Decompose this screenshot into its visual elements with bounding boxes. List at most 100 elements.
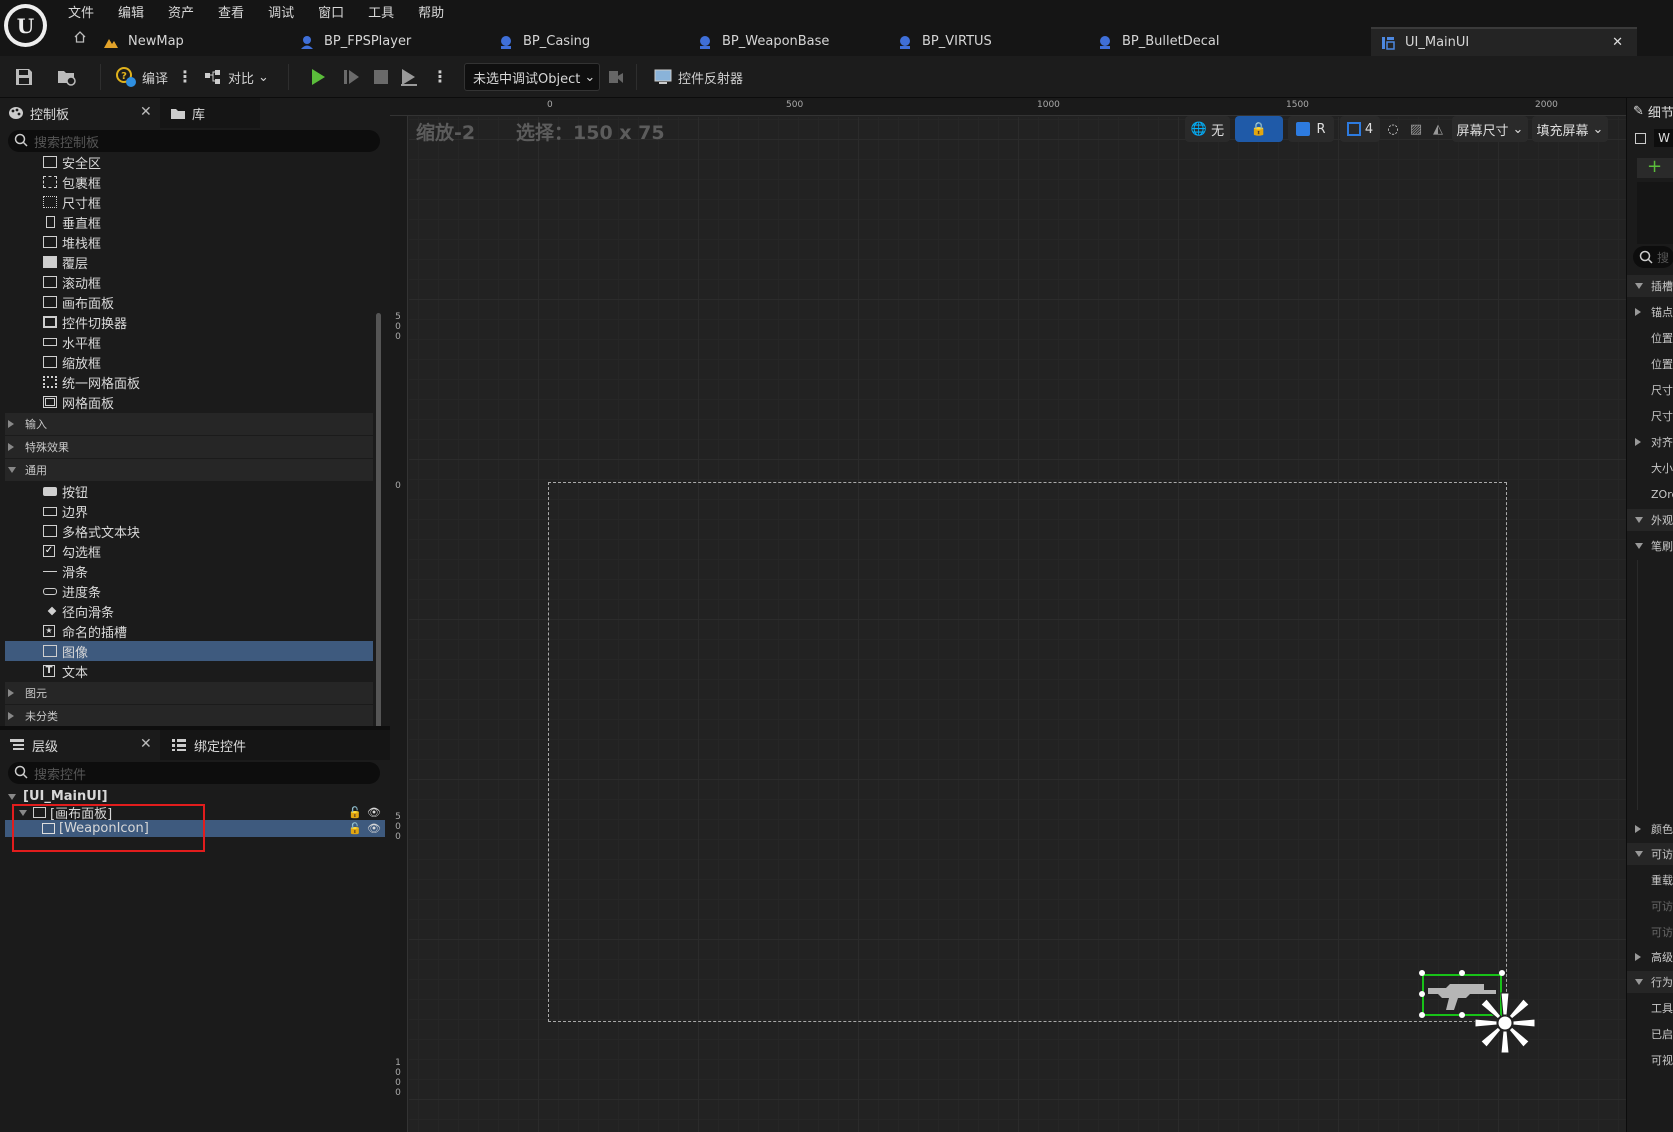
details-row-override[interactable]: 重载 (1627, 869, 1673, 891)
palette-item-uniform-grid[interactable]: 统一网格面板 (5, 372, 373, 392)
palette-item-safe-zone[interactable]: 安全区 (5, 152, 373, 172)
palette-item-slider[interactable]: 滑条 (5, 561, 373, 581)
widget-reflector-button[interactable]: 控件反射器 (654, 56, 743, 98)
details-row-size-y[interactable]: 尺寸 (1627, 405, 1673, 427)
tab-library[interactable]: 库 (160, 98, 260, 128)
palette-item-scale-box[interactable]: 缩放框 (5, 352, 373, 372)
compile-options-icon[interactable]: ⋮ (177, 68, 193, 86)
anchor-medallion-icon[interactable] (1472, 990, 1538, 1056)
stop-icon[interactable] (369, 65, 393, 89)
unreal-logo[interactable]: U (4, 4, 47, 47)
palette-item-widget-switcher[interactable]: 控件切换器 (5, 312, 373, 332)
palette-item-named-slot[interactable]: ★ 命名的插槽 (5, 621, 373, 641)
close-icon[interactable]: ✕ (1612, 35, 1623, 50)
resize-handle[interactable] (1419, 991, 1425, 997)
palette-item-text[interactable]: T 文本 (5, 661, 373, 681)
menu-help[interactable]: 帮助 (406, 2, 456, 21)
hierarchy-search-input[interactable]: 搜索控件 (8, 762, 380, 784)
palette-item-checkbox[interactable]: ✓ 勾选框 (5, 541, 373, 561)
palette-item-wrap-box[interactable]: 包裹框 (5, 172, 373, 192)
palette-item-image[interactable]: 图像 (5, 641, 373, 661)
flip-icon[interactable]: ◭ (1428, 116, 1448, 142)
details-row-position-x[interactable]: 位置 (1627, 327, 1673, 349)
palette-item-horizontal-box[interactable]: 水平框 (5, 332, 373, 352)
details-search-input[interactable]: 搜 (1633, 246, 1673, 268)
palette-scrollbar[interactable] (376, 313, 381, 733)
tab-bp-virtus[interactable]: BP_VIRTUS (888, 27, 1078, 56)
menu-debug[interactable]: 调试 (256, 2, 306, 21)
details-row-position-y[interactable]: 位置 (1627, 353, 1673, 375)
tab-bp-weaponbase[interactable]: BP_WeaponBase (688, 27, 878, 56)
palette-item-rich-text[interactable]: 多格式文本块 (5, 521, 373, 541)
lock-icon[interactable]: 🔓 (348, 806, 362, 819)
details-row-brush[interactable]: 笔刷 (1627, 535, 1673, 557)
palette-item-progress-bar[interactable]: 进度条 (5, 581, 373, 601)
localization-preview-button[interactable]: 🌐 无 (1185, 116, 1230, 142)
add-icon[interactable]: + (1637, 158, 1673, 178)
designer-viewport[interactable]: 0 500 1000 1500 2000 5 0 0 0 5 0 0 1 0 0… (390, 98, 1626, 1132)
details-row-enabled[interactable]: 已启 (1627, 1023, 1673, 1045)
browse-icon[interactable] (56, 56, 78, 98)
play-options-icon[interactable]: ⋮ (432, 68, 448, 86)
palette-item-button[interactable]: 按钮 (5, 481, 373, 501)
eye-icon[interactable]: 👁 (367, 822, 381, 835)
palette-item-overlay[interactable]: 覆层 (5, 252, 373, 272)
palette-item-stack-box[interactable]: 堆栈框 (5, 232, 373, 252)
tab-hierarchy[interactable]: 层级 (0, 730, 160, 760)
tab-details[interactable]: ✎ 细节 (1627, 98, 1673, 124)
compile-button[interactable]: ? 编译 (116, 56, 168, 98)
category-common[interactable]: 通用 (5, 459, 373, 481)
details-section-slot[interactable]: 插槽 (1627, 275, 1673, 297)
category-effects[interactable]: 特殊效果 (5, 436, 373, 458)
palette-item-size-box[interactable]: 尺寸框 (5, 192, 373, 212)
resize-handle[interactable] (1419, 1012, 1425, 1018)
details-row-advanced[interactable]: 高级 (1627, 946, 1673, 968)
menu-edit[interactable]: 编辑 (106, 2, 156, 21)
tab-newmap[interactable]: NewMap (94, 27, 284, 56)
lock-icon[interactable]: 🔓 (348, 822, 362, 835)
menu-window[interactable]: 窗口 (306, 2, 356, 21)
tab-bp-casing[interactable]: BP_Casing (489, 27, 679, 56)
details-row-color[interactable]: 颜色 (1627, 818, 1673, 840)
lock-toggle[interactable]: 🔒 (1235, 116, 1283, 142)
details-row-size-x[interactable]: 尺寸 (1627, 379, 1673, 401)
palette-item-vertical-box[interactable]: 垂直框 (5, 212, 373, 232)
diff-button[interactable]: 对比 ⌄ (204, 56, 269, 98)
details-row-accessible-2[interactable]: 可访 (1627, 921, 1673, 943)
details-row-size-to-content[interactable]: 大小 (1627, 457, 1673, 479)
menu-file[interactable]: 文件 (56, 2, 106, 21)
details-row-tooltip[interactable]: 工具 (1627, 997, 1673, 1019)
tab-bind-widgets[interactable]: 绑定控件 (160, 730, 390, 760)
grid-snap-toggle[interactable]: 4 (1340, 116, 1380, 142)
eye-icon[interactable]: 👁 (367, 806, 381, 819)
resize-handle[interactable] (1459, 970, 1465, 976)
close-icon[interactable]: ✕ (140, 736, 152, 752)
palette-item-scroll-box[interactable]: 滚动框 (5, 272, 373, 292)
debug-object-dropdown[interactable]: 未选中调试Object ⌄ (464, 63, 600, 91)
tab-palette[interactable]: 控制板 (0, 98, 160, 128)
eject-icon[interactable] (397, 65, 421, 89)
details-section-accessibility[interactable]: 可访 (1627, 843, 1673, 865)
category-input[interactable]: 输入 (5, 413, 373, 435)
outline-icon[interactable]: ◌ (1383, 116, 1403, 142)
details-row-accessible-1[interactable]: 可访 (1627, 895, 1673, 917)
save-icon[interactable] (14, 56, 34, 98)
resize-handle[interactable] (1459, 1012, 1465, 1018)
debug-filter-icon[interactable] (607, 56, 625, 98)
palette-item-radial-slider[interactable]: 径向滑条 (5, 601, 373, 621)
image-preview-icon[interactable]: ▨ (1406, 116, 1426, 142)
widget-name-input[interactable]: W (1654, 129, 1673, 147)
fill-screen-dropdown[interactable]: 填充屏幕 ⌄ (1532, 116, 1608, 142)
category-uncategorized[interactable]: 未分类 (5, 705, 373, 727)
menu-asset[interactable]: 资产 (156, 2, 206, 21)
step-icon[interactable] (340, 65, 364, 89)
palette-item-canvas-panel[interactable]: 画布面板 (5, 292, 373, 312)
menu-tools[interactable]: 工具 (356, 2, 406, 21)
details-section-behavior[interactable]: 行为 (1627, 971, 1673, 993)
tab-bp-bulletdecal[interactable]: BP_BulletDecal (1088, 27, 1278, 56)
respect-locks-toggle[interactable]: R (1288, 116, 1334, 142)
palette-search-input[interactable]: 搜索控制板 (8, 130, 380, 152)
details-row-visibility[interactable]: 可视 (1627, 1049, 1673, 1071)
resize-handle[interactable] (1499, 970, 1505, 976)
details-row-zorder[interactable]: ZOrder (1627, 483, 1673, 505)
